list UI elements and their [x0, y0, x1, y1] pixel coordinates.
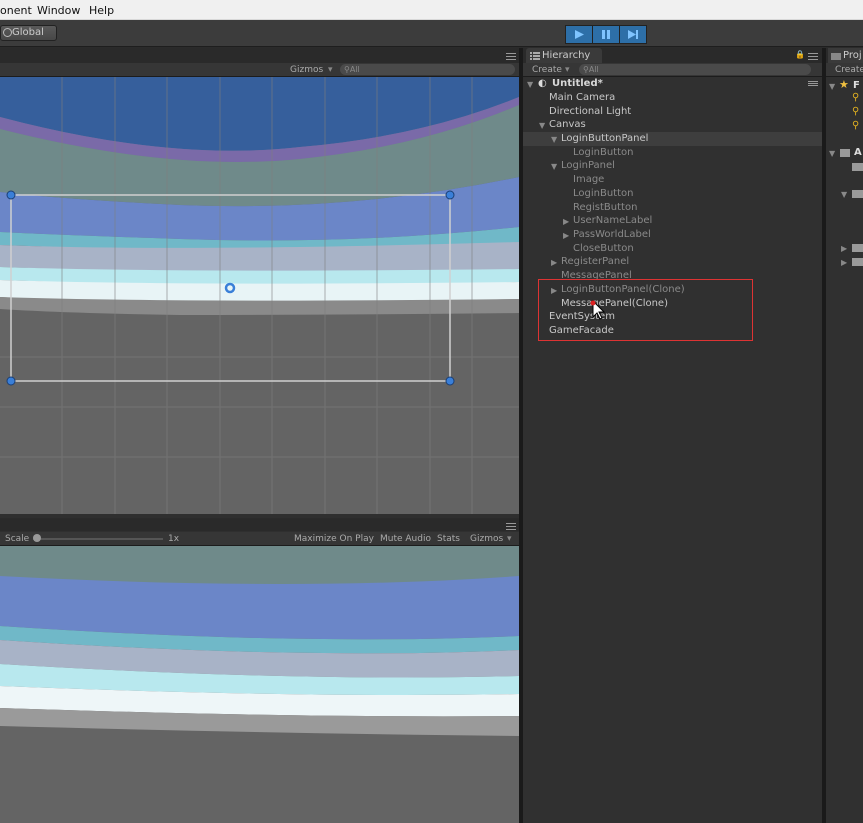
- hierarchy-item-loginbutton[interactable]: LoginButton: [573, 147, 633, 158]
- scene-viewport[interactable]: [0, 77, 519, 514]
- hierarchy-search-placeholder: All: [588, 65, 599, 74]
- main-toolbar: Global: [0, 20, 863, 47]
- hierarchy-tab-label: Hierarchy: [542, 50, 591, 61]
- assets-expand-icon[interactable]: ▼: [829, 149, 835, 158]
- scene-tabstrip: [0, 48, 520, 63]
- hierarchy-item-main-camera[interactable]: Main Camera: [549, 92, 615, 103]
- search-placeholder: All: [349, 65, 360, 74]
- scene-search-input[interactable]: ⚲All: [340, 64, 515, 75]
- favorite-search-icon-1[interactable]: ⚲: [852, 92, 859, 103]
- play-controls: [565, 25, 647, 44]
- hierarchy-item-registerpanel[interactable]: RegisterPanel: [561, 256, 629, 267]
- create-dropdown-icon: ▾: [565, 65, 570, 75]
- project-create-button[interactable]: Create: [835, 65, 863, 75]
- scale-value: 1x: [168, 534, 180, 544]
- scene-expand-icon[interactable]: ▼: [527, 80, 533, 89]
- hierarchy-tabstrip: Hierarchy 🔒: [523, 48, 822, 63]
- hierarchy-item-image[interactable]: Image: [573, 174, 604, 185]
- project-tab-label: Proj: [843, 50, 862, 61]
- favorites-label[interactable]: F: [853, 80, 860, 91]
- folder-icon-3[interactable]: [852, 243, 863, 252]
- hierarchy-item-loginbutton-2[interactable]: LoginButton: [573, 188, 633, 199]
- rect-transform-gizmo[interactable]: [0, 77, 519, 514]
- highlight-annotation-box: [538, 279, 753, 341]
- hierarchy-create-button[interactable]: Create: [532, 65, 562, 75]
- global-label: Global: [12, 27, 44, 38]
- hierarchy-item-loginbuttonpanel[interactable]: LoginButtonPanel: [561, 133, 648, 144]
- hierarchy-item-registbutton[interactable]: RegistButton: [573, 202, 637, 213]
- project-subbar: Create: [826, 63, 863, 77]
- loginpanel-expand-icon[interactable]: ▼: [551, 162, 557, 171]
- scene-subbar: Gizmos ▾ ⚲All: [0, 63, 520, 77]
- mute-audio-toggle[interactable]: Mute Audio: [380, 534, 431, 544]
- game-tabstrip: [0, 519, 520, 531]
- play-icon: [575, 30, 584, 39]
- game-panel-menu-icon[interactable]: [506, 522, 516, 530]
- hierarchy-item-directional-light[interactable]: Directional Light: [549, 106, 631, 117]
- tab-project[interactable]: Proj: [828, 48, 863, 63]
- loginbuttonpanel-expand-icon[interactable]: ▼: [551, 135, 557, 144]
- maximize-on-play-toggle[interactable]: Maximize On Play: [294, 534, 374, 544]
- game-gizmos-button[interactable]: Gizmos: [470, 534, 503, 544]
- menu-help[interactable]: Help: [89, 4, 114, 17]
- favorites-star-icon: ★: [839, 78, 849, 91]
- stats-toggle[interactable]: Stats: [437, 534, 460, 544]
- scene-menu-icon[interactable]: [808, 81, 818, 87]
- favorite-search-icon-2[interactable]: ⚲: [852, 106, 859, 117]
- folder-2-expand-icon[interactable]: ▼: [841, 190, 847, 199]
- favorite-search-icon-3[interactable]: ⚲: [852, 120, 859, 131]
- folder-icon-4[interactable]: [852, 257, 863, 266]
- global-icon: [3, 28, 12, 37]
- game-panel-header: Scale 1x Maximize On Play Mute Audio Sta…: [0, 519, 520, 546]
- hierarchy-subbar: Create ▾ ⚲All: [523, 63, 822, 77]
- pivot-global-toggle[interactable]: Global: [0, 25, 57, 41]
- play-button[interactable]: [565, 25, 593, 44]
- hierarchy-item-passworldlabel[interactable]: PassWorldLabel: [573, 229, 651, 240]
- folder-4-expand-icon[interactable]: ▶: [841, 258, 847, 267]
- tab-hierarchy[interactable]: Hierarchy: [526, 48, 602, 63]
- pause-icon: [602, 30, 610, 39]
- dropdown-icon: ▾: [328, 65, 333, 75]
- favorites-expand-icon[interactable]: ▼: [829, 82, 835, 91]
- game-gizmos-dropdown-icon: ▾: [507, 534, 512, 544]
- step-button[interactable]: [619, 25, 647, 44]
- unity-scene-icon: ◐: [538, 78, 547, 89]
- lock-icon[interactable]: 🔒: [795, 50, 805, 59]
- hierarchy-item-canvas[interactable]: Canvas: [549, 119, 586, 130]
- project-folder-icon: [831, 53, 841, 60]
- hierarchy-menu-icon[interactable]: [808, 53, 818, 60]
- folder-icon-1[interactable]: [852, 162, 863, 171]
- project-panel: Proj Create ▼ ★ F ⚲ ⚲ ⚲ ▼ A ▼ ▶ ▶: [826, 48, 863, 823]
- mouse-cursor-icon: [590, 299, 605, 320]
- menu-component[interactable]: onent: [0, 4, 32, 17]
- menu-window[interactable]: Window: [37, 4, 80, 17]
- assets-label[interactable]: A: [854, 147, 862, 158]
- hierarchy-item-usernamelabel[interactable]: UserNameLabel: [573, 215, 652, 226]
- folder-icon-2[interactable]: [852, 189, 863, 198]
- registerpanel-expand-icon[interactable]: ▶: [551, 258, 557, 267]
- game-skybox: [0, 546, 519, 823]
- scale-slider-track[interactable]: [33, 538, 163, 540]
- step-icon: [628, 30, 638, 39]
- menu-bar: onent Window Help: [0, 0, 863, 20]
- folder-3-expand-icon[interactable]: ▶: [841, 244, 847, 253]
- hierarchy-item-loginpanel[interactable]: LoginPanel: [561, 160, 615, 171]
- hierarchy-list-icon: [530, 52, 540, 60]
- pause-button[interactable]: [592, 25, 620, 44]
- scale-label: Scale: [5, 534, 30, 544]
- passworldlabel-expand-icon[interactable]: ▶: [563, 231, 569, 240]
- panel-menu-icon[interactable]: [506, 52, 516, 60]
- usernamelabel-expand-icon[interactable]: ▶: [563, 217, 569, 226]
- hierarchy-item-closebutton[interactable]: CloseButton: [573, 243, 634, 254]
- scene-gizmos-button[interactable]: Gizmos: [290, 65, 323, 75]
- canvas-expand-icon[interactable]: ▼: [539, 121, 545, 130]
- game-viewport[interactable]: [0, 546, 519, 823]
- scale-slider-thumb[interactable]: [33, 534, 41, 542]
- assets-folder-icon: [840, 149, 850, 157]
- scene-name[interactable]: Untitled*: [552, 78, 603, 89]
- hierarchy-search-input[interactable]: ⚲All: [579, 64, 811, 75]
- project-tabstrip: Proj: [826, 48, 863, 63]
- game-subbar: Scale 1x Maximize On Play Mute Audio Sta…: [0, 532, 520, 546]
